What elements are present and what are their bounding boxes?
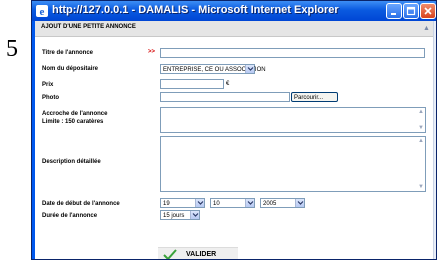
ie-icon: e <box>36 5 48 18</box>
date-label: Date de début de l'annonce <box>42 201 120 207</box>
titre-label: Titre de l'annonce <box>42 50 93 56</box>
photo-file-input[interactable] <box>160 92 290 102</box>
browse-button-label: Parcourir... <box>294 95 324 101</box>
scroll-down-icon[interactable]: ▼ <box>418 125 424 131</box>
minimize-button[interactable] <box>386 3 402 19</box>
page-content: AJOUT D'UNE PETITE ANNONCE ▲ Titre de l'… <box>35 21 433 259</box>
checkmark-icon <box>163 249 177 259</box>
date-year-value: 2005 <box>263 201 277 207</box>
chevron-down-icon <box>297 201 304 205</box>
date-month-select[interactable]: 10 <box>210 198 255 208</box>
maximize-icon <box>406 6 416 16</box>
chevron-down-icon <box>247 201 254 205</box>
currency-symbol: € <box>226 81 230 87</box>
vertical-scrollbar[interactable] <box>433 21 436 259</box>
maximize-button[interactable] <box>403 3 419 19</box>
description-label: Description détaillée <box>42 159 101 165</box>
accroche-textarea[interactable]: ▲ ▼ <box>160 107 426 133</box>
scroll-up-icon[interactable]: ▲ <box>418 109 424 115</box>
submit-button-label: VALIDER <box>186 251 217 258</box>
depositaire-label: Nom du dépositaire <box>42 66 99 72</box>
window-title: http://127.0.0.1 - DAMALIS - Microsoft I… <box>52 4 339 16</box>
description-textarea[interactable]: ▲ ▼ <box>160 136 426 192</box>
titre-input[interactable] <box>160 48 425 58</box>
photo-label: Photo <box>42 95 59 101</box>
date-day-select[interactable]: 19 <box>160 198 205 208</box>
submit-button[interactable]: VALIDER <box>158 247 238 259</box>
duree-select[interactable]: 15 jours <box>160 210 200 220</box>
chevron-down-icon <box>192 213 199 217</box>
scroll-up-icon[interactable]: ▲ <box>423 25 430 32</box>
title-bar[interactable]: e http://127.0.0.1 - DAMALIS - Microsoft… <box>32 1 436 21</box>
svg-text:e: e <box>40 6 45 18</box>
minimize-icon <box>391 13 396 15</box>
prix-label: Prix <box>42 82 54 88</box>
date-month-value: 10 <box>213 201 220 207</box>
scroll-down-icon[interactable]: ▼ <box>418 184 424 190</box>
dropdown-button[interactable] <box>195 199 204 207</box>
close-button[interactable] <box>420 3 436 19</box>
chevron-down-icon <box>197 201 204 205</box>
prix-input[interactable] <box>160 79 224 89</box>
dropdown-button[interactable] <box>190 211 199 219</box>
side-annotation-number: 5 <box>6 36 18 62</box>
duree-label: Durée de l'annonce <box>42 213 98 219</box>
date-year-select[interactable]: 2005 <box>260 198 305 208</box>
page-title: AJOUT D'UNE PETITE ANNONCE <box>41 24 136 30</box>
close-icon <box>424 7 432 15</box>
dropdown-button[interactable] <box>295 199 304 207</box>
chevron-down-icon <box>247 67 254 71</box>
browse-button[interactable]: Parcourir... <box>291 92 338 102</box>
accroche-label: Accroche de l'annonce <box>42 111 108 117</box>
browser-window: e http://127.0.0.1 - DAMALIS - Microsoft… <box>31 0 437 260</box>
dropdown-button[interactable] <box>245 199 254 207</box>
accroche-limit-label: Limite : 150 caratères <box>42 119 104 125</box>
page-heading-bar: AJOUT D'UNE PETITE ANNONCE ▲ <box>35 21 433 37</box>
depositaire-select[interactable]: ENTREPRISE, CE OU ASSOCIATION <box>160 64 266 74</box>
duree-value: 15 jours <box>163 213 185 219</box>
date-day-value: 19 <box>163 201 170 207</box>
required-marker: >> <box>148 49 156 55</box>
scroll-up-icon[interactable]: ▲ <box>418 138 424 144</box>
dropdown-button[interactable] <box>245 65 254 73</box>
